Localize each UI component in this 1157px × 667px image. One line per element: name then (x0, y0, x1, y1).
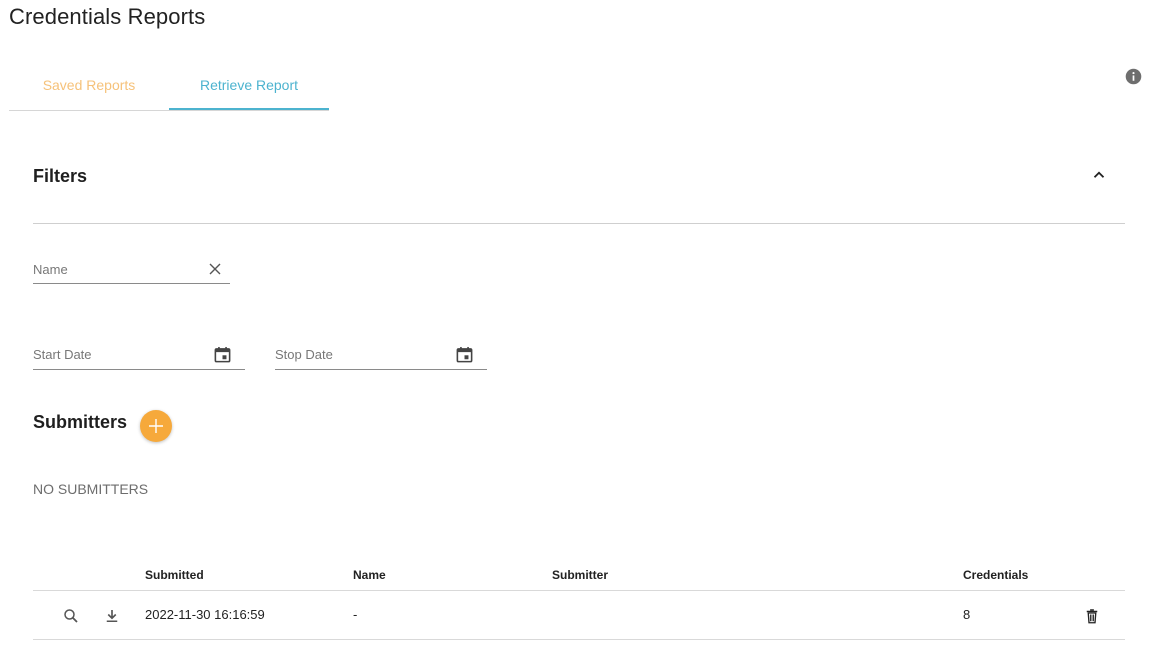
calendar-icon[interactable] (455, 345, 474, 364)
submitters-title: Submitters (33, 412, 128, 432)
report-tabs: Saved Reports Retrieve Report (9, 62, 329, 111)
table-header: Submitted Name Submitter Credentials (33, 560, 1125, 591)
cell-submitted: 2022-11-30 16:16:59 (145, 607, 265, 622)
column-credentials[interactable]: Credentials (963, 568, 1028, 582)
download-icon[interactable] (103, 607, 121, 625)
filters-divider (33, 223, 1125, 224)
column-name[interactable]: Name (353, 568, 386, 582)
start-date-field (33, 343, 245, 370)
credentials-reports-page: Credentials Reports Saved Reports Retrie… (0, 0, 1157, 667)
search-icon[interactable] (62, 607, 80, 625)
cell-credentials: 8 (963, 607, 971, 622)
info-icon[interactable] (1125, 68, 1142, 85)
filters-title: Filters (33, 166, 88, 186)
add-submitter-button[interactable] (140, 410, 172, 442)
calendar-icon[interactable] (213, 345, 232, 364)
stop-date-input[interactable] (275, 343, 450, 365)
column-submitter[interactable]: Submitter (552, 568, 608, 582)
cell-name: - (353, 607, 358, 622)
tab-saved-reports[interactable]: Saved Reports (9, 62, 169, 108)
name-filter-field (33, 258, 230, 284)
stop-date-field (275, 343, 487, 370)
trash-icon[interactable] (1083, 607, 1101, 625)
close-icon[interactable] (209, 263, 221, 275)
start-date-input[interactable] (33, 343, 208, 365)
tab-retrieve-report[interactable]: Retrieve Report (169, 62, 329, 110)
plus-icon (149, 419, 163, 433)
page-title: Credentials Reports (9, 4, 206, 29)
chevron-up-icon[interactable] (1090, 166, 1108, 184)
reports-table: Submitted Name Submitter Credentials 202… (33, 560, 1125, 640)
table-row: 2022-11-30 16:16:59 - 8 (33, 591, 1125, 640)
column-submitted[interactable]: Submitted (145, 568, 204, 582)
name-input[interactable] (33, 258, 203, 280)
no-submitters-text: NO SUBMITTERS (33, 481, 149, 497)
